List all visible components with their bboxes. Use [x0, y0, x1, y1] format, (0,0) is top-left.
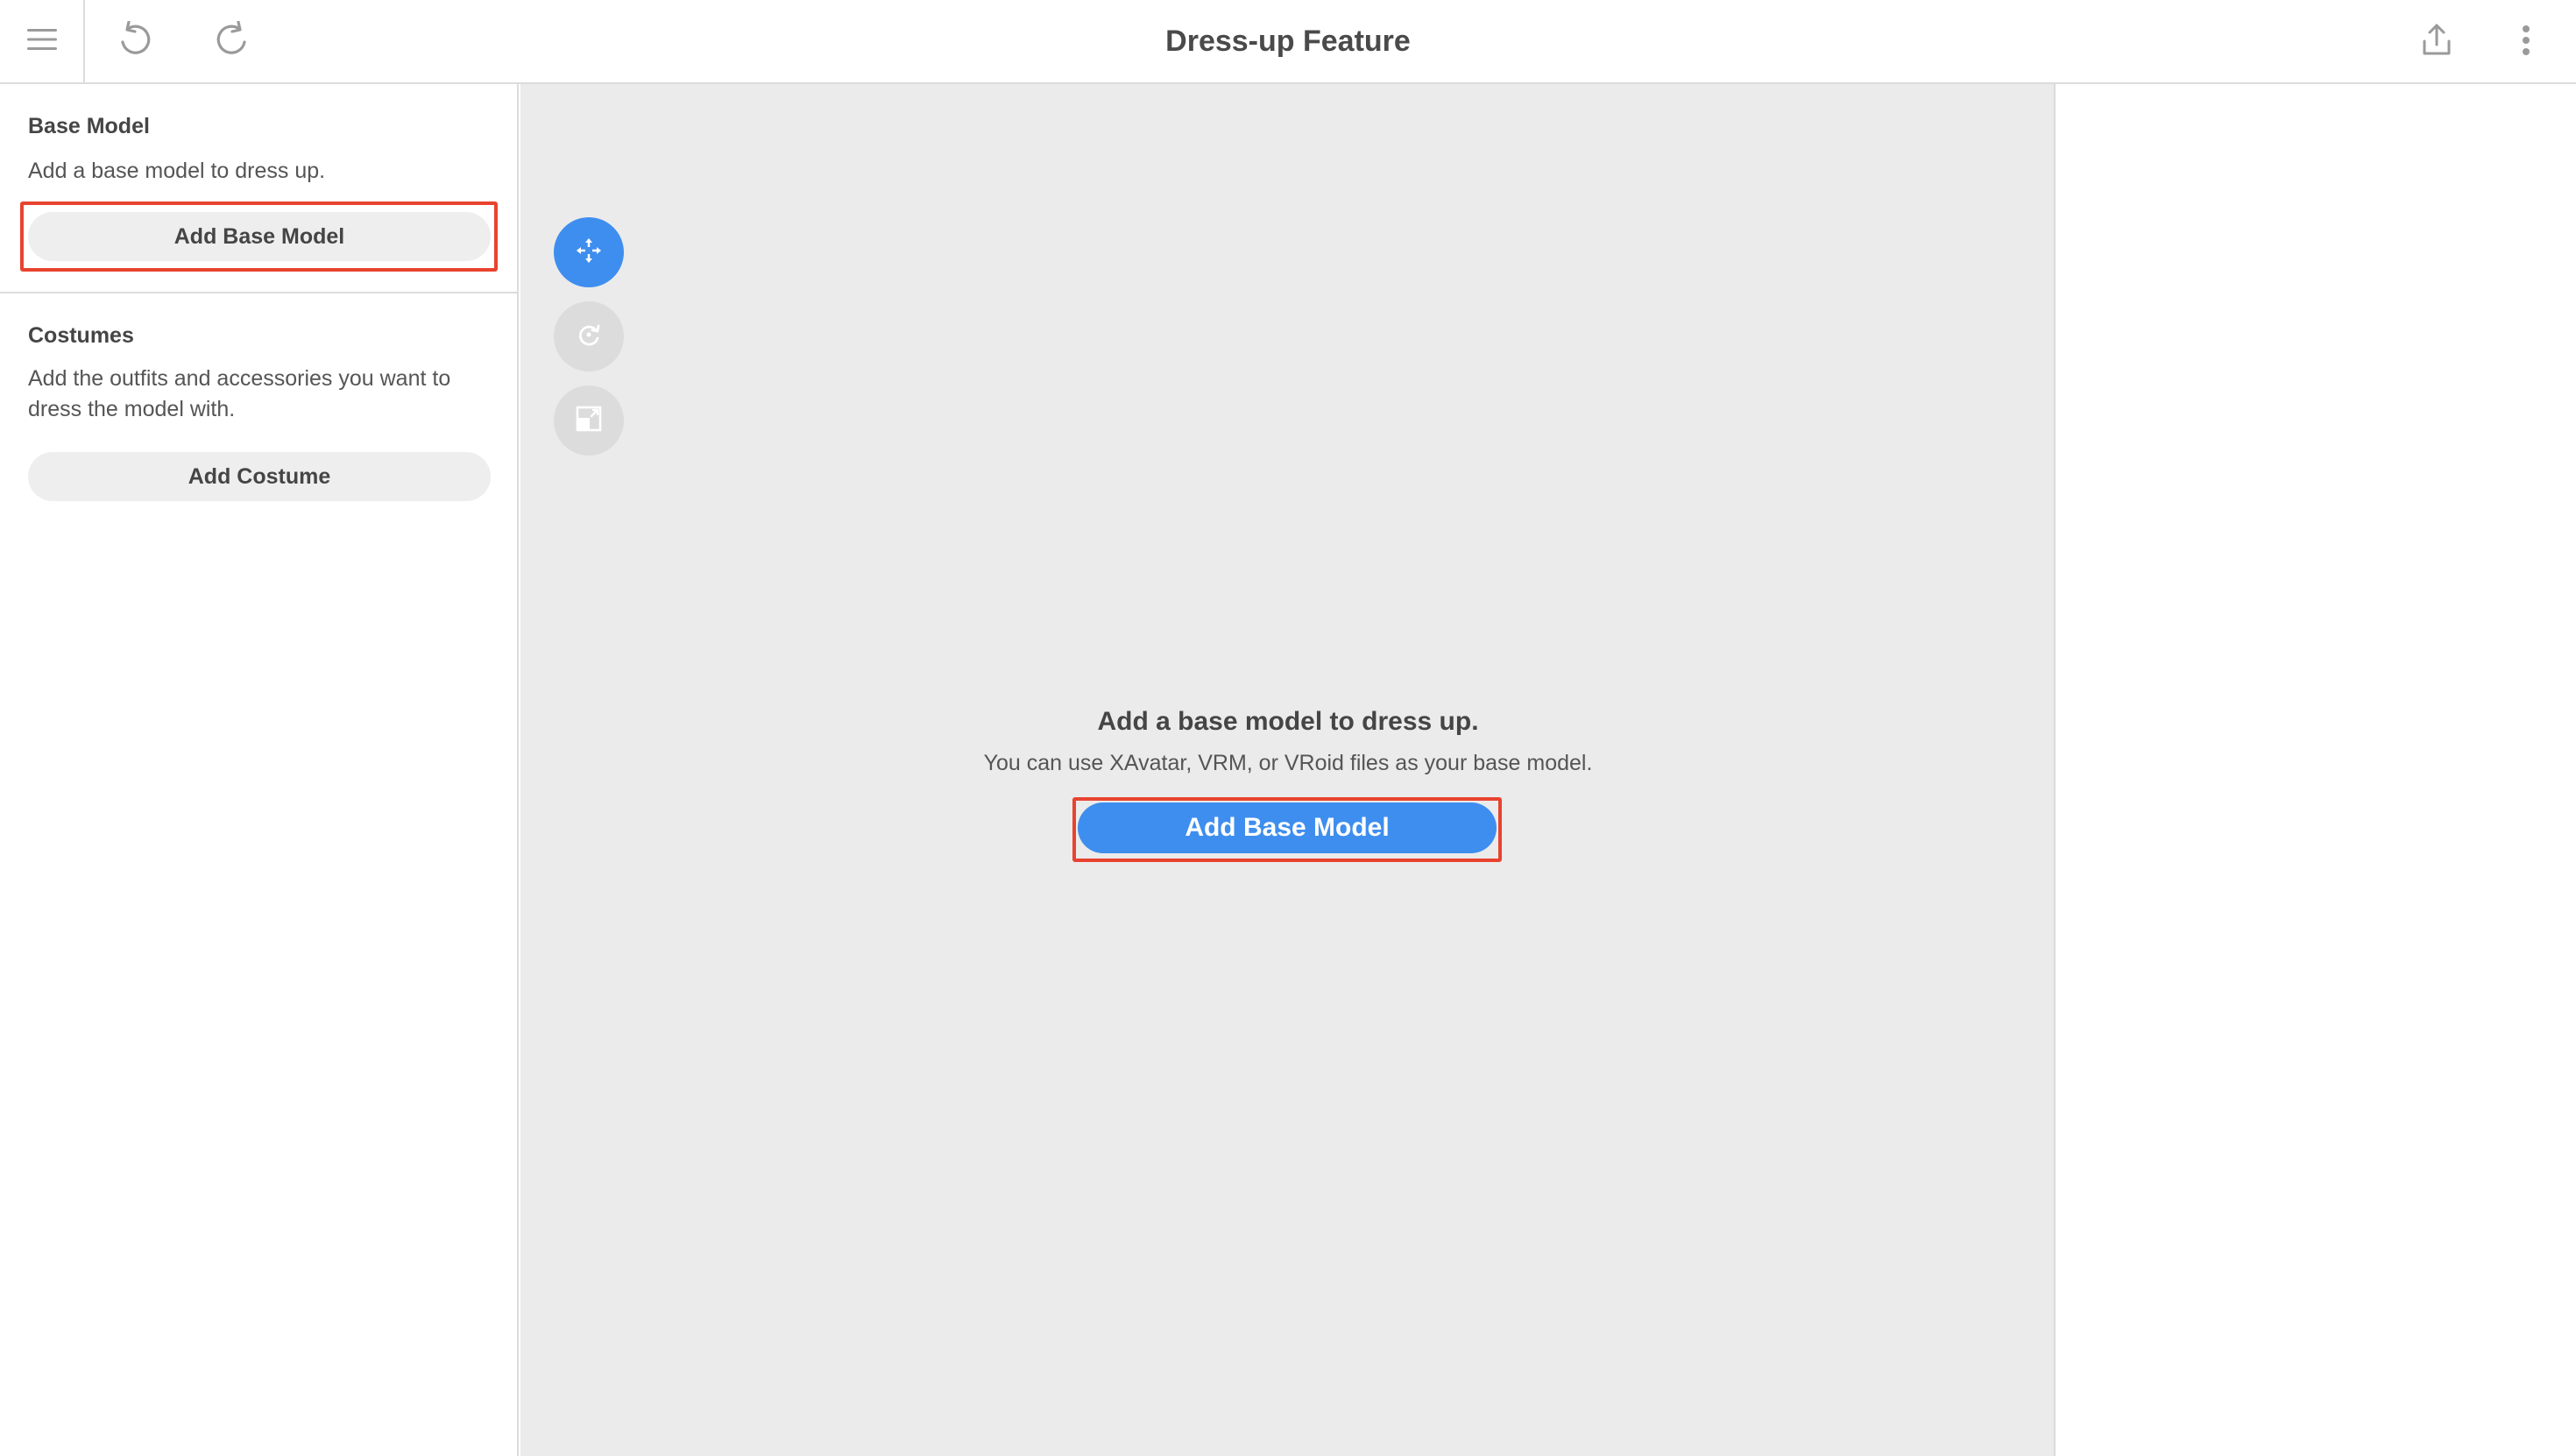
- move-arrows-icon: [574, 236, 604, 270]
- section-title-costumes: Costumes: [28, 323, 134, 348]
- add-base-model-primary-button[interactable]: Add Base Model: [1078, 802, 1497, 853]
- top-bar: Dress-up Feature: [0, 0, 2576, 84]
- rotate-tool-button[interactable]: [554, 301, 624, 371]
- more-options-button[interactable]: [2497, 12, 2555, 70]
- section-title-base-model: Base Model: [28, 114, 150, 138]
- menu-button[interactable]: [0, 0, 85, 82]
- share-export-icon: [2421, 22, 2452, 61]
- right-panel: [2057, 84, 2576, 1456]
- export-button[interactable]: [2408, 12, 2466, 70]
- empty-state-subtitle: You can use XAvatar, VRM, or VRoid files…: [983, 751, 1593, 775]
- app-window: Dress-up Feature Base Model Add a base m…: [0, 0, 2576, 1456]
- undo-button[interactable]: [106, 12, 164, 70]
- section-desc-base-model: Add a base model to dress up.: [28, 159, 326, 183]
- rotate-icon: [575, 321, 603, 353]
- left-panel: Base Model Add a base model to dress up.…: [0, 84, 519, 1456]
- base-model-section: Base Model Add a base model to dress up.…: [0, 84, 517, 293]
- hamburger-menu-icon: [26, 28, 57, 55]
- costumes-section: Costumes Add the outfits and accessories…: [0, 293, 517, 644]
- 3d-viewport[interactable]: Add a base model to dress up. You can us…: [520, 84, 2056, 1456]
- empty-state: Add a base model to dress up. You can us…: [520, 704, 2056, 778]
- more-vertical-icon: [2521, 22, 2531, 61]
- scale-tool-button[interactable]: [554, 385, 624, 456]
- move-tool-button[interactable]: [554, 217, 624, 287]
- add-base-model-sidebar-button[interactable]: Add Base Model: [28, 212, 491, 261]
- undo-icon: [117, 19, 152, 62]
- section-desc-costumes: Add the outfits and accessories you want…: [28, 366, 451, 421]
- empty-state-title: Add a base model to dress up.: [1097, 707, 1479, 736]
- page-title: Dress-up Feature: [1165, 24, 1411, 58]
- redo-button[interactable]: [203, 12, 261, 70]
- add-costume-button[interactable]: Add Costume: [28, 452, 491, 501]
- redo-icon: [215, 19, 250, 62]
- scale-icon: [575, 405, 603, 437]
